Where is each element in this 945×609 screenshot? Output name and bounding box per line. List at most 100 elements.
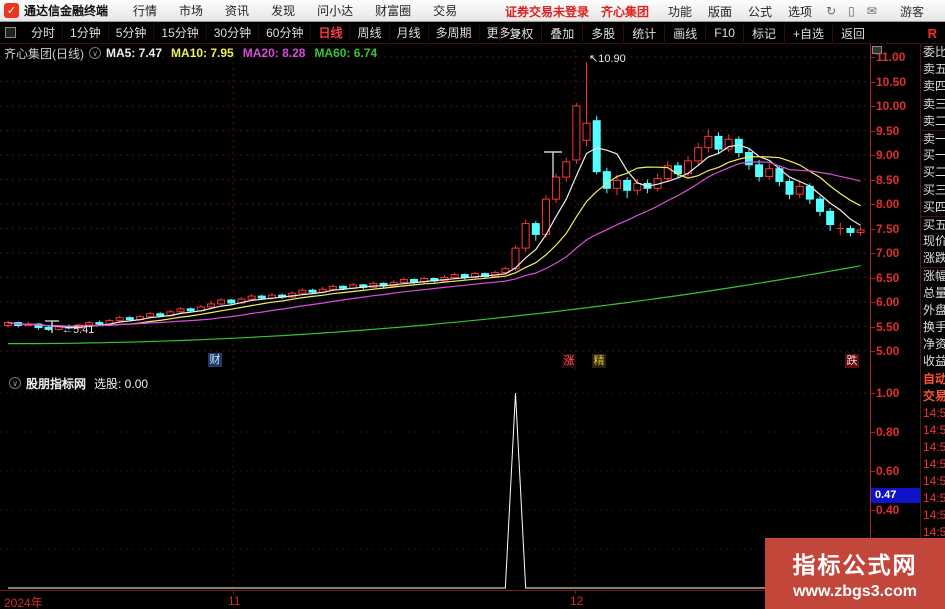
price-axis-label: 10.50: [876, 74, 907, 89]
sidebar-row-1[interactable]: 卖五: [921, 61, 945, 78]
event-marker-2[interactable]: 精: [592, 354, 606, 368]
sidebar-row-16[interactable]: 换手: [921, 319, 945, 336]
mail-icon[interactable]: ✉: [861, 4, 883, 18]
tool-button-1[interactable]: 叠加: [541, 24, 582, 42]
auto-trade-label-1[interactable]: 交易: [921, 388, 945, 405]
sidebar-row-5[interactable]: 卖一: [921, 129, 945, 147]
period-tab-8[interactable]: 月线: [390, 24, 429, 41]
period-tab-5[interactable]: 60分钟: [259, 24, 312, 41]
sidebar-row-7[interactable]: 买二: [921, 164, 945, 181]
menubar: ✓ 通达信金融终端 行情 市场 资讯 发现 问小达 财富圈 交易 证券交易未登录 齐心集团 …: [0, 0, 945, 22]
tick-time-5: 14:56: [923, 490, 945, 505]
ma-values: MA5: 7.47 MA10: 7.95 MA20: 8.28 MA60: 6.74: [106, 46, 386, 60]
sidebar-row-12[interactable]: 涨跌: [921, 250, 945, 267]
menu-right-item-1[interactable]: 版面: [700, 3, 740, 20]
quote-sidebar[interactable]: 委比 卖五 卖四 卖三 卖二 卖一 买一 买二 买三 买四 买五 现价 涨跌 涨幅 总量 外盘 换手 净资 收益 自动…: [920, 44, 945, 609]
sidebar-row-8[interactable]: 买三: [921, 182, 945, 199]
indicator-axis-label: 0.80: [876, 425, 900, 439]
tick-time-3: 14:56: [923, 456, 945, 471]
period-tab-0[interactable]: 分时: [24, 24, 64, 41]
menu-item-3[interactable]: 发现: [260, 2, 306, 19]
menu-right-item-3[interactable]: 选项: [780, 3, 820, 20]
refresh-icon[interactable]: ↻: [820, 4, 842, 18]
price-axis-tick: [870, 106, 875, 107]
tool-button-0[interactable]: 复权: [500, 24, 541, 42]
event-marker-1[interactable]: 涨: [562, 354, 576, 368]
price-axis-border: [870, 44, 871, 590]
price-axis-tick: [870, 57, 875, 58]
menu-item-4[interactable]: 问小达: [306, 2, 364, 19]
tool-button-4[interactable]: 画线: [664, 24, 705, 42]
price-axis-label: 5.00: [876, 344, 900, 358]
collapse-chevron-icon[interactable]: ∨: [89, 47, 101, 59]
indicator-axis-tick: [870, 393, 875, 394]
tool-button-8[interactable]: 返回: [831, 24, 873, 42]
mobile-icon[interactable]: ▯: [842, 4, 861, 18]
current-stock-name[interactable]: 齐心集团: [601, 3, 649, 20]
user-label[interactable]: 游客: [900, 0, 924, 22]
auto-trade-label-0[interactable]: 自动: [921, 371, 945, 388]
chart-title: 齐心集团(日线): [4, 46, 84, 61]
main-menu: 行情 市场 资讯 发现 问小达 财富圈 交易: [122, 2, 468, 19]
sidebar-row-17[interactable]: 净资: [921, 336, 945, 353]
indicator-name[interactable]: 股朋指标网: [26, 375, 86, 392]
candlestick-chart[interactable]: [0, 44, 870, 370]
sidebar-row-6[interactable]: 买一: [921, 147, 945, 164]
date-axis-label-1: 11: [228, 594, 241, 608]
sidebar-row-13[interactable]: 涨幅: [921, 267, 945, 284]
panel-toggle-icon[interactable]: [872, 46, 882, 54]
menu-item-0[interactable]: 行情: [122, 2, 168, 19]
menu-item-5[interactable]: 财富圈: [364, 2, 422, 19]
sidebar-row-2[interactable]: 卖四: [921, 78, 945, 95]
price-axis-tick: [870, 351, 875, 352]
date-axis-tick: [233, 590, 234, 594]
trade-login-status[interactable]: 证券交易未登录: [505, 3, 589, 20]
menu-right-group: 功能 版面 公式 选项 ↻ ▯ ✉: [660, 0, 883, 22]
menu-item-2[interactable]: 资讯: [214, 2, 260, 19]
period-tab-3[interactable]: 15分钟: [154, 24, 207, 41]
period-tab-2[interactable]: 5分钟: [109, 24, 155, 41]
sidebar-row-0[interactable]: 委比: [921, 44, 945, 61]
tool-button-6[interactable]: 标记: [742, 24, 784, 42]
sidebar-row-14[interactable]: 总量: [921, 285, 945, 302]
login-status: 证券交易未登录 齐心集团: [505, 0, 661, 22]
sidebar-row-10[interactable]: 买五: [921, 215, 945, 233]
period-tab-6[interactable]: 日线: [311, 24, 351, 41]
sidebar-row-4[interactable]: 卖二: [921, 113, 945, 130]
sidebar-row-18[interactable]: 收益: [921, 353, 945, 370]
price-axis-tick: [870, 204, 875, 205]
price-axis-tick: [870, 277, 875, 279]
price-axis-label: 8.00: [876, 197, 900, 211]
tool-button-2[interactable]: 多股: [582, 24, 623, 42]
r-badge[interactable]: R: [928, 22, 937, 44]
sidebar-row-3[interactable]: 卖三: [921, 96, 945, 113]
tool-button-5[interactable]: F10: [705, 26, 743, 40]
window-layout-icon[interactable]: [5, 27, 16, 38]
sidebar-row-9[interactable]: 买四: [921, 199, 945, 216]
tool-button-7[interactable]: +自选: [783, 24, 832, 42]
menu-right-item-2[interactable]: 公式: [740, 3, 780, 20]
menu-item-1[interactable]: 市场: [168, 2, 214, 19]
period-tab-1[interactable]: 1分钟: [63, 24, 109, 41]
indicator-collapse-chevron-icon[interactable]: ∨: [9, 377, 21, 389]
tick-time-4: 14:56: [923, 473, 945, 488]
period-tab-7[interactable]: 周线: [350, 24, 390, 41]
date-axis-label-0: 2024年: [4, 596, 43, 609]
price-axis-tick: [870, 302, 875, 303]
menu-right-item-0[interactable]: 功能: [660, 3, 700, 20]
date-axis-tick: [575, 590, 576, 594]
tool-button-3[interactable]: 统计: [623, 24, 664, 42]
indicator-chart[interactable]: [0, 372, 870, 590]
period-tab-9[interactable]: 多周期: [429, 24, 480, 41]
price-axis-tick: [870, 253, 875, 254]
period-tab-4[interactable]: 30分钟: [207, 24, 260, 41]
indicator-axis-label: 0.60: [876, 464, 900, 478]
event-marker-0[interactable]: 财: [208, 353, 222, 367]
sidebar-row-11[interactable]: 现价: [921, 233, 945, 250]
menu-item-6[interactable]: 交易: [422, 2, 468, 19]
sidebar-row-15[interactable]: 外盘: [921, 302, 945, 319]
event-marker-3[interactable]: 跌: [845, 354, 859, 368]
price-axis-label: 7.00: [876, 246, 900, 260]
price-axis-tick: [870, 179, 875, 181]
price-axis-tick: [870, 130, 875, 132]
